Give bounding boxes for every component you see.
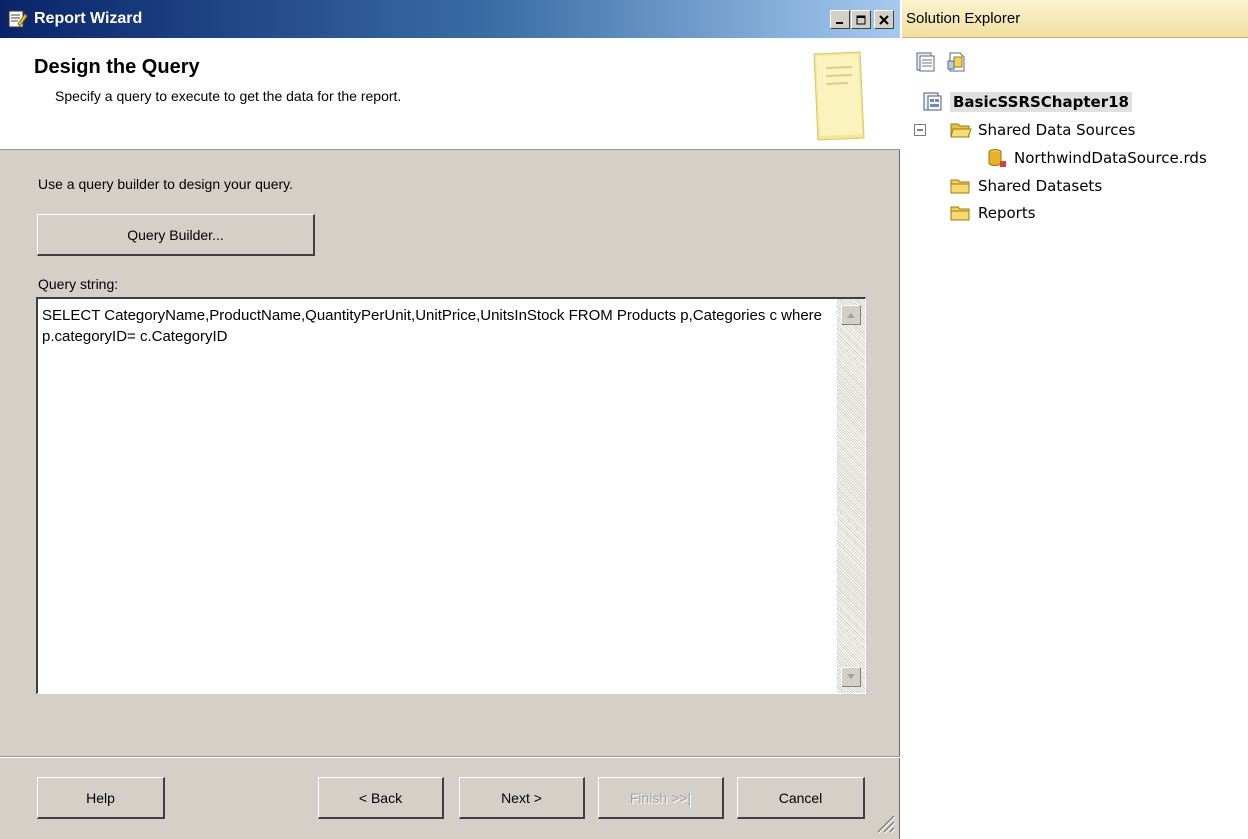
page-title: Design the Query bbox=[34, 56, 200, 78]
close-button[interactable] bbox=[874, 10, 894, 29]
tree-item-reports-label: Reports bbox=[978, 204, 1036, 222]
back-button[interactable]: < Back bbox=[318, 777, 444, 819]
tree-item-project[interactable]: BasicSSRSChapter18 bbox=[922, 90, 1132, 114]
data-source-icon bbox=[988, 149, 1006, 167]
wizard-notepad-icon bbox=[813, 51, 865, 141]
solution-explorer-title-bar: Solution Explorer bbox=[902, 0, 1248, 38]
query-string-textarea[interactable]: SELECT CategoryName,ProductName,Quantity… bbox=[36, 297, 866, 694]
collapse-toggle[interactable] bbox=[914, 124, 926, 136]
footer-divider bbox=[0, 756, 900, 758]
wizard-title: Report Wizard bbox=[34, 10, 143, 27]
arrow-down-icon bbox=[847, 674, 855, 679]
minus-icon bbox=[917, 129, 923, 131]
report-project-icon bbox=[923, 92, 942, 111]
wizard-title-bar[interactable]: Report Wizard bbox=[0, 0, 900, 38]
help-button[interactable]: Help bbox=[37, 777, 165, 819]
tree-item-data-source-file-label: NorthwindDataSource.rds bbox=[1014, 149, 1207, 167]
minimize-button[interactable] bbox=[830, 10, 850, 29]
resize-grip-icon[interactable] bbox=[872, 810, 896, 834]
tree-item-project-label: BasicSSRSChapter18 bbox=[950, 92, 1132, 112]
tree-item-shared-datasets-label: Shared Datasets bbox=[978, 177, 1103, 195]
solution-explorer-toolbar bbox=[902, 39, 1248, 83]
page-subtitle: Specify a query to execute to get the da… bbox=[55, 88, 402, 104]
tree-item-reports[interactable]: Reports bbox=[950, 201, 1036, 225]
close-icon bbox=[879, 14, 889, 25]
query-builder-button-label: Query Builder... bbox=[127, 226, 224, 243]
report-wizard-window: Report Wizard Design the Query Specify a… bbox=[0, 0, 900, 839]
query-builder-instruction: Use a query builder to design your query… bbox=[38, 176, 293, 192]
solution-explorer-panel: Solution Explorer BasicSSRSChapter18 Sha… bbox=[902, 0, 1248, 839]
query-builder-button[interactable]: Query Builder... bbox=[37, 214, 315, 256]
tree-item-data-source-file[interactable]: NorthwindDataSource.rds bbox=[986, 146, 1207, 170]
maximize-icon bbox=[856, 15, 866, 24]
tree-item-shared-data-sources[interactable]: Shared Data Sources bbox=[950, 118, 1136, 142]
minimize-icon bbox=[836, 21, 843, 24]
next-button-label: Next > bbox=[501, 789, 542, 806]
folder-open-icon bbox=[950, 123, 972, 138]
tree-item-shared-data-sources-label: Shared Data Sources bbox=[978, 121, 1136, 139]
report-wizard-icon bbox=[8, 10, 28, 28]
solution-explorer-title: Solution Explorer bbox=[906, 10, 1021, 27]
folder-icon bbox=[950, 206, 970, 221]
query-string-label: Query string: bbox=[38, 276, 119, 292]
show-all-files-icon[interactable] bbox=[946, 51, 968, 73]
next-button[interactable]: Next > bbox=[459, 777, 585, 819]
cancel-button-label: Cancel bbox=[778, 789, 823, 806]
tree-item-shared-datasets[interactable]: Shared Datasets bbox=[950, 174, 1102, 198]
maximize-button[interactable] bbox=[851, 10, 871, 29]
finish-button-label: Finish >>| bbox=[629, 789, 692, 806]
help-button-label: Help bbox=[86, 789, 115, 806]
cancel-button[interactable]: Cancel bbox=[737, 777, 865, 819]
query-vertical-scrollbar[interactable] bbox=[837, 299, 865, 693]
wizard-header: Design the Query Specify a query to exec… bbox=[0, 38, 900, 150]
properties-icon[interactable] bbox=[914, 51, 936, 73]
folder-icon bbox=[950, 179, 970, 194]
scroll-down-button[interactable] bbox=[841, 667, 861, 687]
scroll-up-button[interactable] bbox=[841, 305, 861, 325]
arrow-up-icon bbox=[847, 313, 855, 318]
query-string-text[interactable]: SELECT CategoryName,ProductName,Quantity… bbox=[42, 305, 832, 347]
back-button-label: < Back bbox=[358, 789, 403, 806]
finish-button[interactable]: Finish >>| bbox=[598, 777, 724, 819]
